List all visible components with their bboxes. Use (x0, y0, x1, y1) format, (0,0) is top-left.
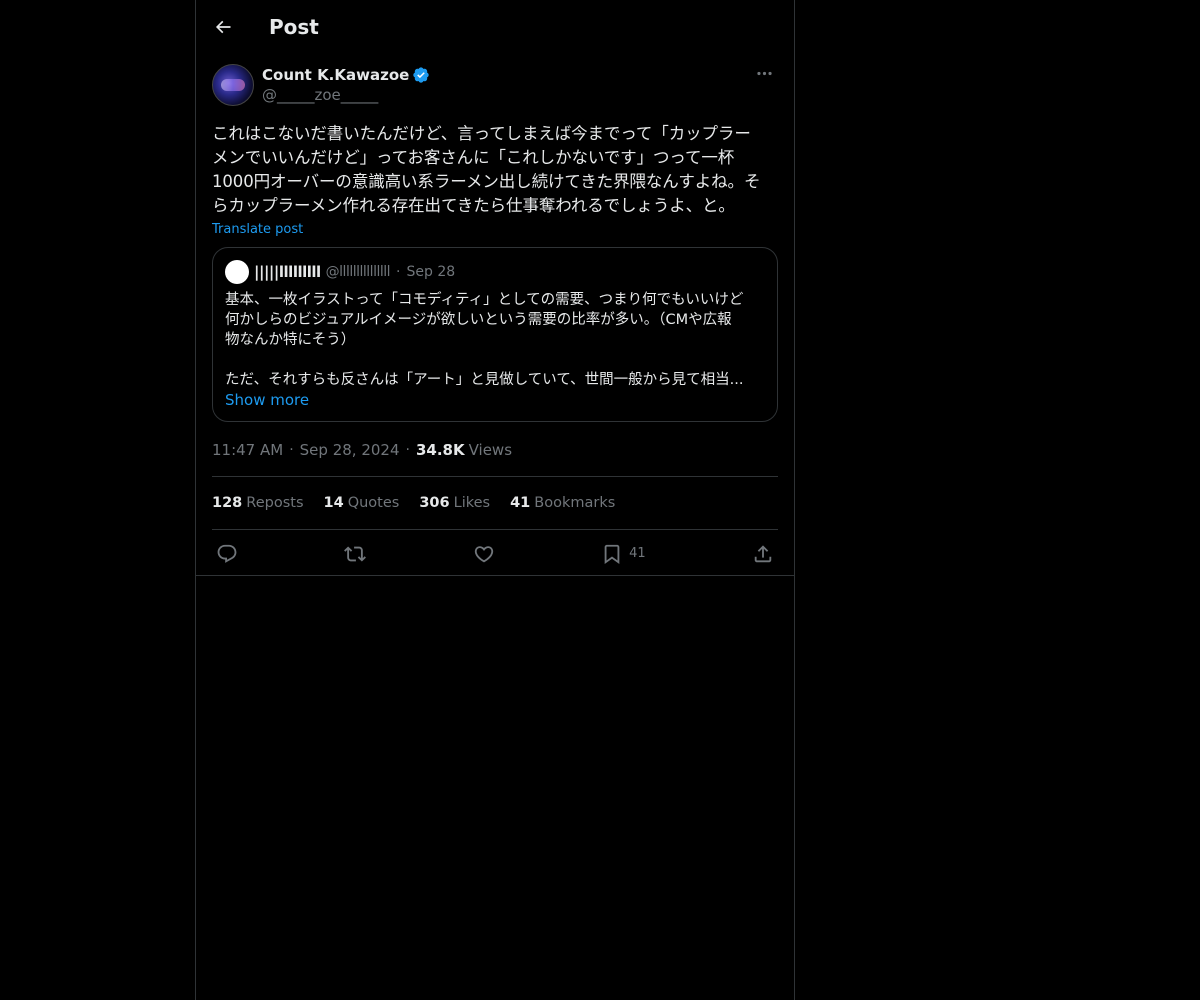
reposts-count: 128 (212, 495, 243, 511)
quote-author-name: |||||lllllllll (254, 263, 321, 281)
avatar[interactable] (212, 64, 254, 106)
author-info: Count K.Kawazoe @_____zoe_____ (262, 64, 430, 104)
arrow-left-icon (215, 20, 231, 33)
quote-author-handle: @lllllllllllllll (325, 264, 391, 280)
bookmark-icon (604, 544, 620, 564)
post-detail: Count K.Kawazoe @_____zoe_____ これはこないだ書い… (196, 64, 794, 577)
quote-avatar (225, 260, 249, 284)
views-label: Views (468, 441, 513, 459)
likes-label: Likes (453, 495, 491, 511)
page-title: Post (269, 14, 319, 39)
primary-column: Post Count K.Kawazoe @_____zoe_____ これはこ… (195, 0, 795, 1000)
likes-stat[interactable]: 306 Likes (419, 495, 490, 511)
heart-icon (474, 545, 493, 562)
translate-post-link[interactable]: Translate post (212, 222, 303, 237)
meta-separator-1: · (289, 442, 294, 458)
quote-separator: · (396, 264, 401, 280)
author-name[interactable]: Count K.Kawazoe (262, 66, 409, 84)
meta-separator-2: · (405, 442, 410, 458)
reply-button[interactable] (216, 543, 238, 565)
post-time[interactable]: 11:47 AM (212, 441, 283, 459)
post-text: これはこないだ書いたんだけど、言ってしまえば今までって「カップラー メンでいいん… (212, 124, 761, 215)
author-handle[interactable]: @_____zoe_____ (262, 86, 430, 104)
bookmark-count: 41 (629, 546, 646, 561)
share-button[interactable] (752, 543, 774, 565)
author-name-line: Count K.Kawazoe (262, 64, 430, 86)
reposts-stat[interactable]: 128 Reposts (212, 495, 304, 511)
quote-header: |||||lllllllll @lllllllllllllll · Sep 28 (225, 260, 765, 284)
bookmarks-count: 41 (510, 495, 531, 511)
bookmark-button[interactable]: 41 (601, 543, 646, 565)
reply-icon (217, 544, 237, 563)
quote-date: Sep 28 (406, 264, 456, 280)
post-meta: 11:47 AM · Sep 28, 2024 · 34.8K Views (212, 440, 778, 460)
post-date[interactable]: Sep 28, 2024 (300, 441, 400, 459)
page-header: Post (196, 0, 794, 53)
more-horizontal-icon (756, 71, 772, 75)
quote-text: 基本、一枚イラストって「コモディティ」としての需要、つまり何でもいいけど 何かし… (225, 292, 744, 388)
repost-icon (344, 546, 367, 561)
repost-button[interactable] (344, 543, 367, 565)
verified-badge-icon (412, 66, 430, 84)
quoted-post[interactable]: |||||lllllllll @lllllllllllllll · Sep 28… (212, 247, 778, 422)
back-button[interactable] (206, 10, 240, 44)
views-count: 34.8K (415, 441, 465, 459)
more-options-button[interactable] (750, 59, 778, 87)
quotes-count: 14 (323, 495, 344, 511)
bookmarks-label: Bookmarks (534, 495, 616, 511)
author-row: Count K.Kawazoe @_____zoe_____ (212, 64, 778, 108)
share-icon (754, 544, 772, 562)
reposts-label: Reposts (246, 495, 304, 511)
action-bar: 41 (212, 530, 778, 577)
show-more-link[interactable]: Show more (225, 391, 309, 409)
quotes-label: Quotes (347, 495, 400, 511)
divider (196, 575, 794, 576)
like-button[interactable] (473, 543, 495, 565)
engagement-stats: 128 Reposts 14 Quotes 306 Likes 41 Bookmarks (212, 477, 778, 529)
bookmarks-stat[interactable]: 41 Bookmarks (510, 495, 615, 511)
likes-count: 306 (419, 495, 450, 511)
quotes-stat[interactable]: 14 Quotes (324, 495, 400, 511)
